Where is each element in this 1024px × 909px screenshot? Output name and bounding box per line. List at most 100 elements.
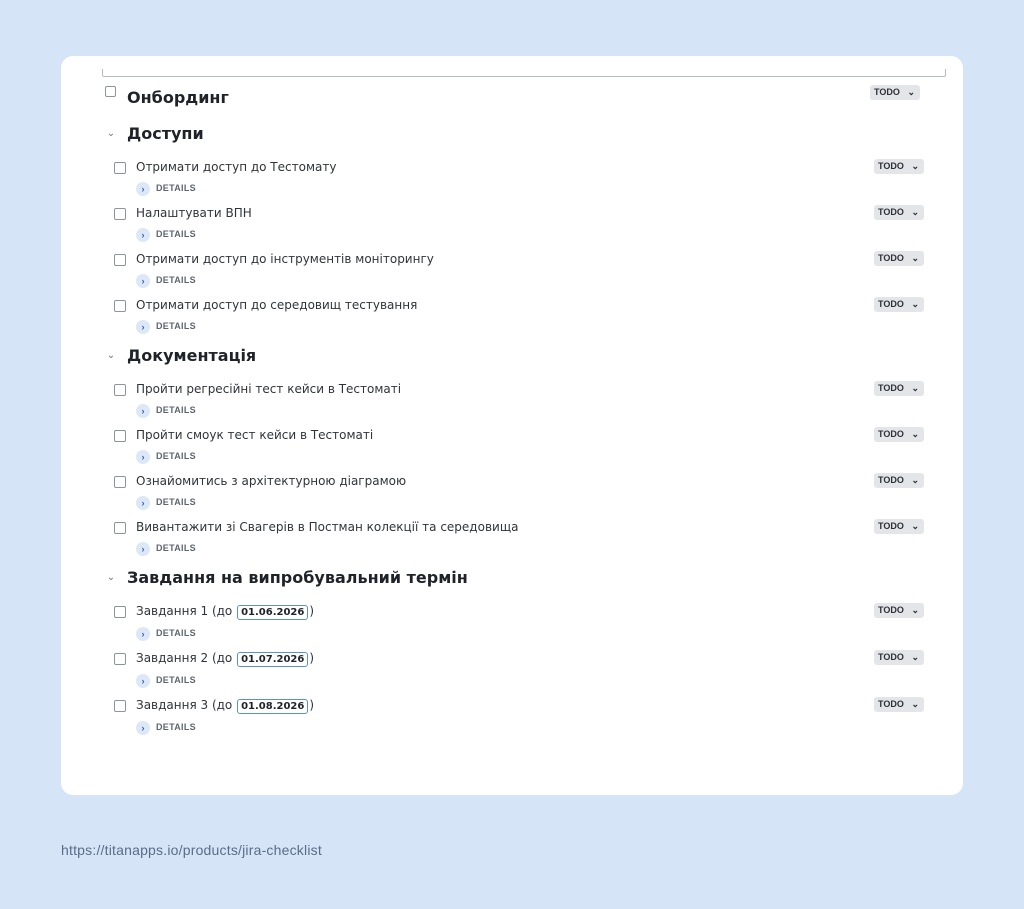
status-dropdown[interactable]: TODO ⌄ bbox=[874, 159, 924, 174]
root-checkbox[interactable] bbox=[105, 86, 116, 97]
details-label: DETAILS bbox=[156, 722, 196, 732]
status-label: TODO bbox=[878, 383, 904, 393]
item-text: Вивантажити зі Свагерів в Постман колекц… bbox=[136, 520, 519, 534]
chevron-down-icon: ⌄ bbox=[907, 87, 915, 97]
chevron-down-icon: ⌄ bbox=[911, 429, 919, 439]
status-label: TODO bbox=[878, 605, 904, 615]
chevron-down-icon: ⌄ bbox=[911, 652, 919, 662]
chevron-down-icon: ⌄ bbox=[911, 605, 919, 615]
item-checkbox[interactable] bbox=[114, 384, 126, 396]
checklist-item: Завдання 2 (до 01.07.2026) › DETAILS TOD… bbox=[114, 650, 924, 696]
checklist-item: Завдання 1 (до 01.06.2026) › DETAILS TOD… bbox=[114, 603, 924, 649]
details-label: DETAILS bbox=[156, 183, 196, 193]
item-checkbox[interactable] bbox=[114, 476, 126, 488]
status-dropdown[interactable]: TODO ⌄ bbox=[874, 519, 924, 534]
chevron-right-icon: › bbox=[136, 674, 150, 688]
status-dropdown[interactable]: TODO ⌄ bbox=[874, 650, 924, 665]
item-checkbox[interactable] bbox=[114, 606, 126, 618]
item-text: Завдання 1 (до 01.06.2026) bbox=[136, 603, 314, 620]
status-dropdown[interactable]: TODO ⌄ bbox=[874, 697, 924, 712]
root-title: Онбординг bbox=[127, 88, 229, 107]
status-label: TODO bbox=[874, 87, 900, 97]
status-label: TODO bbox=[878, 475, 904, 485]
checklist: Онбординг TODO ⌄ ⌄ Доступи Отримати дост… bbox=[61, 56, 963, 795]
chevron-down-icon: ⌄ bbox=[911, 253, 919, 263]
chevron-down-icon: ⌄ bbox=[911, 699, 919, 709]
chevron-down-icon: ⌄ bbox=[911, 299, 919, 309]
status-label: TODO bbox=[878, 429, 904, 439]
checklist-card: Онбординг TODO ⌄ ⌄ Доступи Отримати дост… bbox=[61, 56, 963, 795]
status-label: TODO bbox=[878, 207, 904, 217]
section-title: Доступи bbox=[127, 124, 204, 143]
chevron-down-icon[interactable]: ⌄ bbox=[105, 350, 117, 362]
item-checkbox[interactable] bbox=[114, 300, 126, 312]
status-dropdown[interactable]: TODO ⌄ bbox=[874, 251, 924, 266]
status-dropdown[interactable]: TODO ⌄ bbox=[874, 205, 924, 220]
item-text: Пройти регресійні тест кейси в Тестоматі bbox=[136, 382, 402, 396]
item-checkbox[interactable] bbox=[114, 254, 126, 266]
item-checkbox[interactable] bbox=[114, 430, 126, 442]
chevron-right-icon: › bbox=[136, 627, 150, 641]
details-label: DETAILS bbox=[156, 675, 196, 685]
section-header-documentation[interactable]: ⌄ Документація bbox=[105, 345, 705, 369]
checklist-item: Отримати доступ до інструментів монітори… bbox=[114, 251, 924, 297]
chevron-down-icon: ⌄ bbox=[911, 161, 919, 171]
details-label: DETAILS bbox=[156, 229, 196, 239]
due-date-chip[interactable]: 01.07.2026 bbox=[237, 652, 309, 667]
checklist-item: Пройти регресійні тест кейси в Тестоматі… bbox=[114, 381, 924, 427]
item-text: Налаштувати ВПН bbox=[136, 206, 252, 220]
details-label: DETAILS bbox=[156, 321, 196, 331]
item-text-end: ) bbox=[309, 651, 315, 665]
item-text-start: Завдання 2 (до bbox=[136, 651, 237, 665]
status-dropdown[interactable]: TODO ⌄ bbox=[870, 85, 920, 100]
item-text: Пройти смоук тест кейси в Тестоматі bbox=[136, 428, 374, 442]
footer-url[interactable]: https://titanapps.io/products/jira-check… bbox=[61, 842, 322, 858]
chevron-down-icon: ⌄ bbox=[911, 207, 919, 217]
due-date-chip[interactable]: 01.08.2026 bbox=[237, 699, 309, 714]
status-label: TODO bbox=[878, 161, 904, 171]
chevron-down-icon[interactable]: ⌄ bbox=[105, 572, 117, 584]
item-checkbox[interactable] bbox=[114, 208, 126, 220]
chevron-right-icon: › bbox=[136, 450, 150, 464]
chevron-right-icon: › bbox=[136, 182, 150, 196]
item-text-end: ) bbox=[309, 698, 315, 712]
chevron-down-icon: ⌄ bbox=[911, 383, 919, 393]
checklist-item: Завдання 3 (до 01.08.2026) › DETAILS TOD… bbox=[114, 697, 924, 743]
item-checkbox[interactable] bbox=[114, 522, 126, 534]
status-dropdown[interactable]: TODO ⌄ bbox=[874, 427, 924, 442]
chevron-right-icon: › bbox=[136, 320, 150, 334]
item-checkbox[interactable] bbox=[114, 162, 126, 174]
item-text: Ознайомитись з архітектурною діаграмою bbox=[136, 474, 407, 488]
item-checkbox[interactable] bbox=[114, 700, 126, 712]
section-header-access[interactable]: ⌄ Доступи bbox=[105, 123, 705, 147]
chevron-right-icon: › bbox=[136, 721, 150, 735]
status-label: TODO bbox=[878, 699, 904, 709]
item-text: Отримати доступ до середовищ тестування bbox=[136, 298, 418, 312]
chevron-right-icon: › bbox=[136, 274, 150, 288]
details-label: DETAILS bbox=[156, 497, 196, 507]
due-date-chip[interactable]: 01.06.2026 bbox=[237, 605, 309, 620]
section-header-probation-tasks[interactable]: ⌄ Завдання на випробувальний термін bbox=[105, 567, 705, 591]
checklist-item: Ознайомитись з архітектурною діаграмою ›… bbox=[114, 473, 924, 519]
checklist-item: Вивантажити зі Свагерів в Постман колекц… bbox=[114, 519, 924, 565]
details-label: DETAILS bbox=[156, 275, 196, 285]
status-label: TODO bbox=[878, 299, 904, 309]
status-dropdown[interactable]: TODO ⌄ bbox=[874, 381, 924, 396]
item-checkbox[interactable] bbox=[114, 653, 126, 665]
status-dropdown[interactable]: TODO ⌄ bbox=[874, 603, 924, 618]
chevron-down-icon: ⌄ bbox=[911, 475, 919, 485]
item-text: Отримати доступ до Тестомату bbox=[136, 160, 337, 174]
root-item: Онбординг TODO ⌄ bbox=[105, 84, 920, 112]
chevron-right-icon: › bbox=[136, 228, 150, 242]
checklist-item: Пройти смоук тест кейси в Тестоматі › DE… bbox=[114, 427, 924, 473]
chevron-right-icon: › bbox=[136, 404, 150, 418]
section-title: Завдання на випробувальний термін bbox=[127, 568, 468, 587]
checklist-item: Отримати доступ до середовищ тестування … bbox=[114, 297, 924, 343]
chevron-right-icon: › bbox=[136, 496, 150, 510]
chevron-right-icon: › bbox=[136, 542, 150, 556]
chevron-down-icon[interactable]: ⌄ bbox=[105, 128, 117, 140]
status-dropdown[interactable]: TODO ⌄ bbox=[874, 473, 924, 488]
item-text: Завдання 3 (до 01.08.2026) bbox=[136, 697, 314, 714]
status-dropdown[interactable]: TODO ⌄ bbox=[874, 297, 924, 312]
status-label: TODO bbox=[878, 253, 904, 263]
